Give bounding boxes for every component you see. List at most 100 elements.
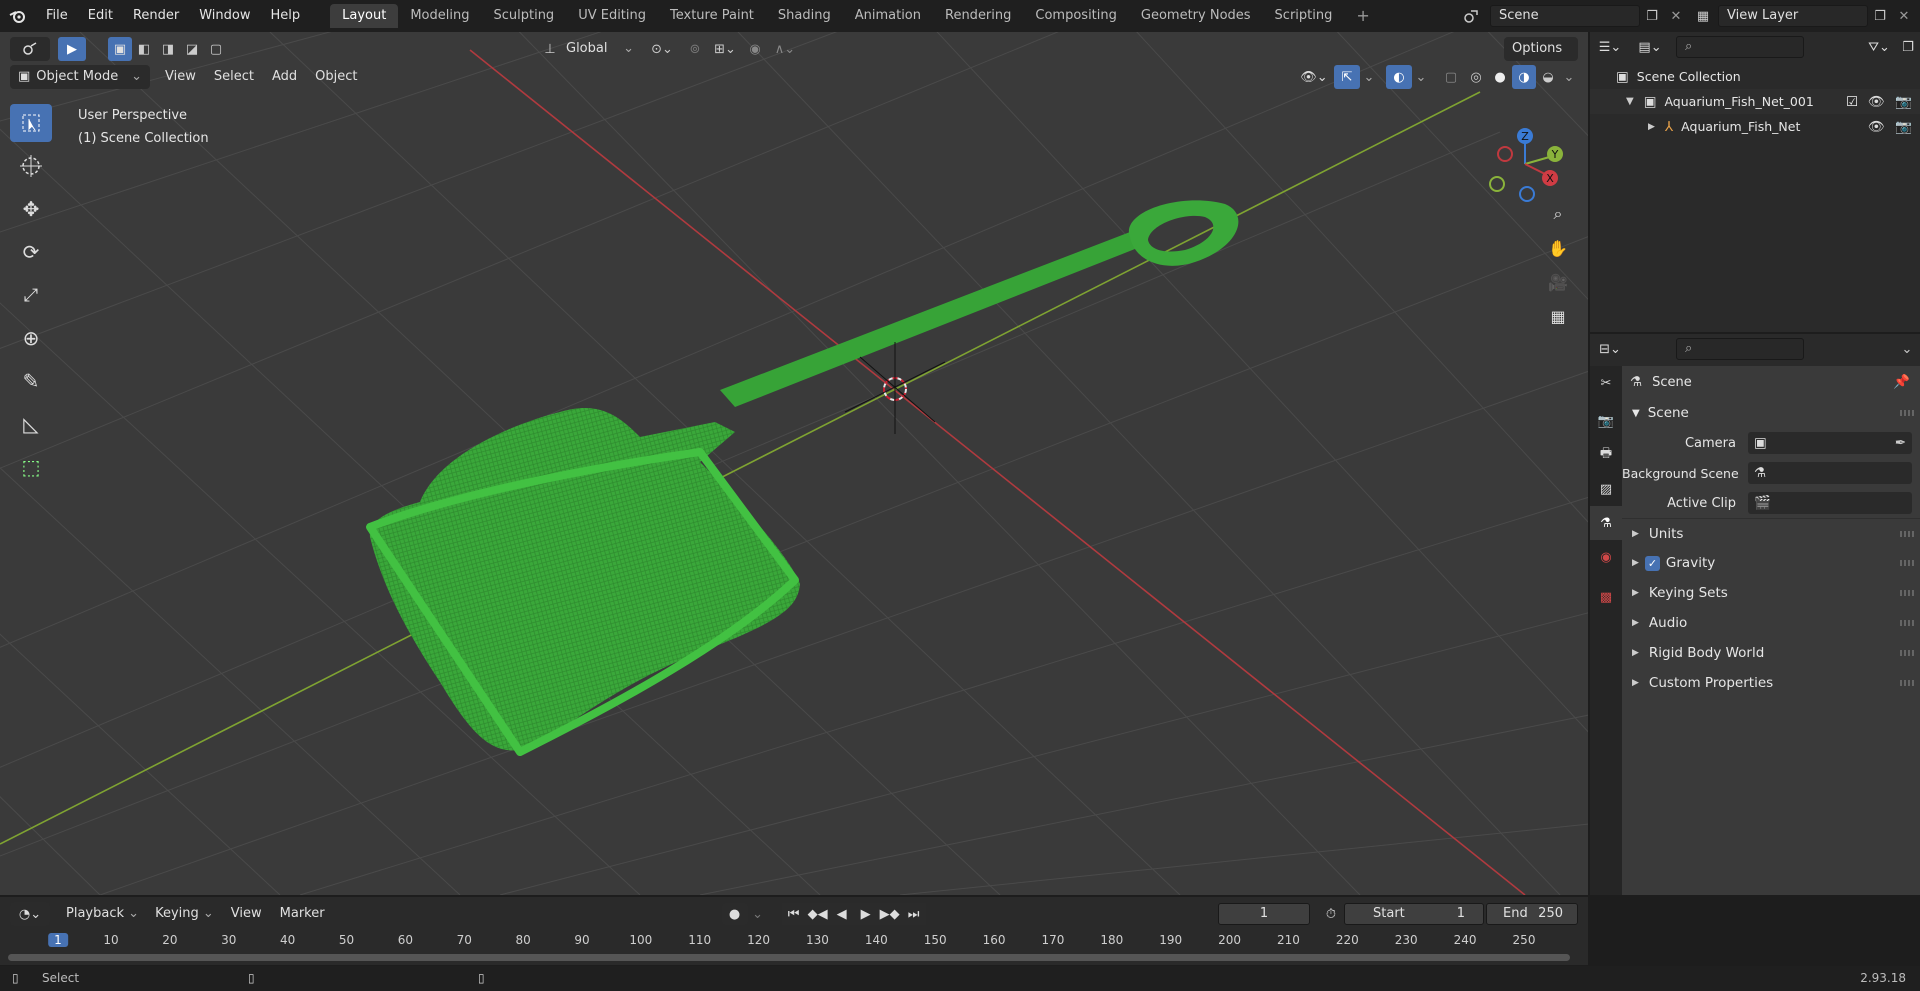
frame-ruler[interactable]: 1 10 20 30 40 50 60 70 80 90 100 110 120 130 140 150 160… <box>0 931 1588 951</box>
timeline-editor-icon[interactable]: ◔⌄ <box>10 902 50 926</box>
new-collection-icon[interactable]: ❐ <box>1896 35 1920 59</box>
proportional-edit-icon[interactable]: ◉ <box>742 37 768 61</box>
scene-tab-icon[interactable]: ⚗ <box>1590 506 1622 540</box>
panel-units[interactable]: ▶ Units <box>1622 518 1920 548</box>
measure-tool-icon[interactable]: ◺ <box>10 405 52 443</box>
mode-extend-icon[interactable]: ◧ <box>132 37 156 61</box>
options-dropdown[interactable]: Options ⌄ <box>1504 37 1578 80</box>
next-keyframe-icon[interactable]: ▶◆ <box>877 903 902 925</box>
scene-name-field[interactable]: Scene <box>1490 5 1640 27</box>
properties-editor-icon[interactable]: ⊟⌄ <box>1590 337 1630 361</box>
select-box-tool-icon[interactable]: ▶ <box>58 37 86 61</box>
tab-compositing[interactable]: Compositing <box>1023 4 1129 28</box>
shading-solid-icon[interactable]: ● <box>1488 65 1512 89</box>
panel-audio[interactable]: ▶ Audio <box>1622 608 1920 638</box>
background-scene-field[interactable]: ⚗ <box>1748 462 1912 484</box>
gizmo-dropdown-icon[interactable]: ⌄ <box>1360 65 1378 89</box>
shading-dropdown-icon[interactable]: ⌄ <box>1560 65 1578 89</box>
rotate-tool-icon[interactable]: ⟳ <box>10 233 52 271</box>
transform-tool-icon[interactable]: ⊕ <box>10 319 52 357</box>
drag-grip-icon[interactable] <box>1900 410 1914 416</box>
world-tab-icon[interactable]: ◉ <box>1590 540 1622 574</box>
expand-arrow-icon[interactable]: ▶ <box>1648 122 1655 132</box>
panel-custom-properties[interactable]: ▶ Custom Properties <box>1622 668 1920 698</box>
remove-view-layer-icon[interactable]: ✕ <box>1892 5 1916 27</box>
snap-icon[interactable]: ⊚ <box>682 37 708 61</box>
tool-tab-icon[interactable]: ✂ <box>1590 366 1622 400</box>
shading-rendered-icon[interactable]: ◒ <box>1536 65 1560 89</box>
properties-options-icon[interactable]: ⌄ <box>1894 337 1920 361</box>
eye-icon[interactable]: 👁 <box>1868 119 1885 135</box>
mode-difference-icon[interactable]: ◪ <box>180 37 204 61</box>
move-tool-icon[interactable]: ✥ <box>10 190 52 228</box>
menu-edit[interactable]: Edit <box>78 0 123 32</box>
tab-geometry-nodes[interactable]: Geometry Nodes <box>1129 4 1263 28</box>
current-frame-field[interactable]: 1 <box>1218 903 1310 925</box>
3d-viewport[interactable]: ▶ ▣ ◧ ◨ ◪ ▢ ⊥ Global ⌄ ⊙⌄ ⊚ ⊞⌄ ◉ ∧⌄ Opti… <box>0 32 1588 895</box>
outliner-search-input[interactable]: ⌕ <box>1676 36 1804 58</box>
menu-view[interactable]: View <box>156 65 205 89</box>
editor-type-icon[interactable] <box>10 37 50 61</box>
menu-select[interactable]: Select <box>205 65 263 89</box>
overlays-dropdown-icon[interactable]: ⌄ <box>1412 65 1430 89</box>
mode-new-icon[interactable]: ▣ <box>108 37 132 61</box>
menu-add[interactable]: Add <box>263 65 306 89</box>
shading-material-icon[interactable]: ◑ <box>1512 65 1536 89</box>
drag-grip-icon[interactable] <box>1900 680 1914 686</box>
gizmo-toggle-icon[interactable]: ⇱ <box>1334 65 1360 89</box>
eye-icon[interactable]: 👁 <box>1868 94 1885 110</box>
new-scene-icon[interactable]: ❐ <box>1640 5 1664 27</box>
play-reverse-icon[interactable]: ◀ <box>829 903 854 925</box>
menu-file[interactable]: File <box>36 0 78 32</box>
add-cube-tool-icon[interactable]: ⬚ <box>10 448 52 486</box>
scene-selector-icon[interactable] <box>1454 5 1490 27</box>
tree-row-scene-collection[interactable]: ▣ Scene Collection <box>1590 64 1920 89</box>
camera-field[interactable]: ▣ ✒ <box>1748 432 1912 454</box>
drag-grip-icon[interactable] <box>1900 560 1914 566</box>
snap-target-icon[interactable]: ⊞⌄ <box>708 37 742 61</box>
filter-icon[interactable]: ⛛⌄ <box>1862 35 1896 59</box>
menu-window[interactable]: Window <box>189 0 260 32</box>
jump-start-icon[interactable]: ⏮ <box>781 903 806 925</box>
drag-grip-icon[interactable] <box>1900 590 1914 596</box>
start-frame-field[interactable]: Start 1 <box>1344 903 1484 925</box>
drag-grip-icon[interactable] <box>1900 530 1914 537</box>
display-mode-icon[interactable]: ▤⌄ <box>1630 35 1670 59</box>
shading-wireframe-icon[interactable]: ◎ <box>1464 65 1488 89</box>
tab-animation[interactable]: Animation <box>843 4 933 28</box>
active-clip-field[interactable]: 🎬 <box>1748 492 1912 514</box>
end-frame-field[interactable]: End 250 <box>1486 903 1578 925</box>
tab-sculpting[interactable]: Sculpting <box>481 4 566 28</box>
camera-view-icon[interactable]: 🎥 <box>1544 268 1572 296</box>
navigation-gizmo[interactable]: Z Y X <box>1480 112 1570 212</box>
pan-hand-icon[interactable]: ✋ <box>1544 234 1572 262</box>
texture-tab-icon[interactable]: ▩ <box>1590 580 1622 614</box>
panel-gravity[interactable]: ▶ ✓ Gravity <box>1622 548 1920 578</box>
expand-arrow-icon[interactable]: ▼ <box>1626 96 1634 107</box>
scale-tool-icon[interactable]: ⤢ <box>10 276 52 314</box>
menu-object[interactable]: Object <box>306 65 366 89</box>
view-layer-tab-icon[interactable]: ▨ <box>1590 472 1622 506</box>
timeline-scrollbar[interactable] <box>8 954 1570 961</box>
keying-menu[interactable]: Keying ⌄ <box>147 902 222 926</box>
xray-icon[interactable]: ▢ <box>1438 65 1464 89</box>
panel-rigid-body-world[interactable]: ▶ Rigid Body World <box>1622 638 1920 668</box>
panel-scene-header[interactable]: ▼ Scene <box>1622 398 1920 428</box>
remove-scene-icon[interactable]: ✕ <box>1664 5 1688 27</box>
prev-keyframe-icon[interactable]: ◆◀ <box>805 903 830 925</box>
gravity-checkbox[interactable]: ✓ <box>1644 555 1660 571</box>
visibility-icon[interactable]: 👁⌄ <box>1294 65 1334 89</box>
annotate-tool-icon[interactable]: ✎ <box>10 362 52 400</box>
tab-texture-paint[interactable]: Texture Paint <box>658 4 766 28</box>
cursor-tool-icon[interactable] <box>10 147 52 185</box>
tree-row-object[interactable]: ▶ ⅄ Aquarium_Fish_Net 👁 📷 <box>1590 114 1920 139</box>
record-icon[interactable]: ● <box>721 903 748 925</box>
tab-scripting[interactable]: Scripting <box>1263 4 1345 28</box>
menu-render[interactable]: Render <box>123 0 189 32</box>
ortho-grid-icon[interactable]: ▦ <box>1544 302 1572 330</box>
blender-logo-icon[interactable] <box>0 0 36 32</box>
mode-subtract-icon[interactable]: ◨ <box>156 37 180 61</box>
mode-intersect-icon[interactable]: ▢ <box>204 37 228 61</box>
preview-range-icon[interactable]: ⏱ <box>1318 903 1344 925</box>
play-icon[interactable]: ▶ <box>853 903 878 925</box>
